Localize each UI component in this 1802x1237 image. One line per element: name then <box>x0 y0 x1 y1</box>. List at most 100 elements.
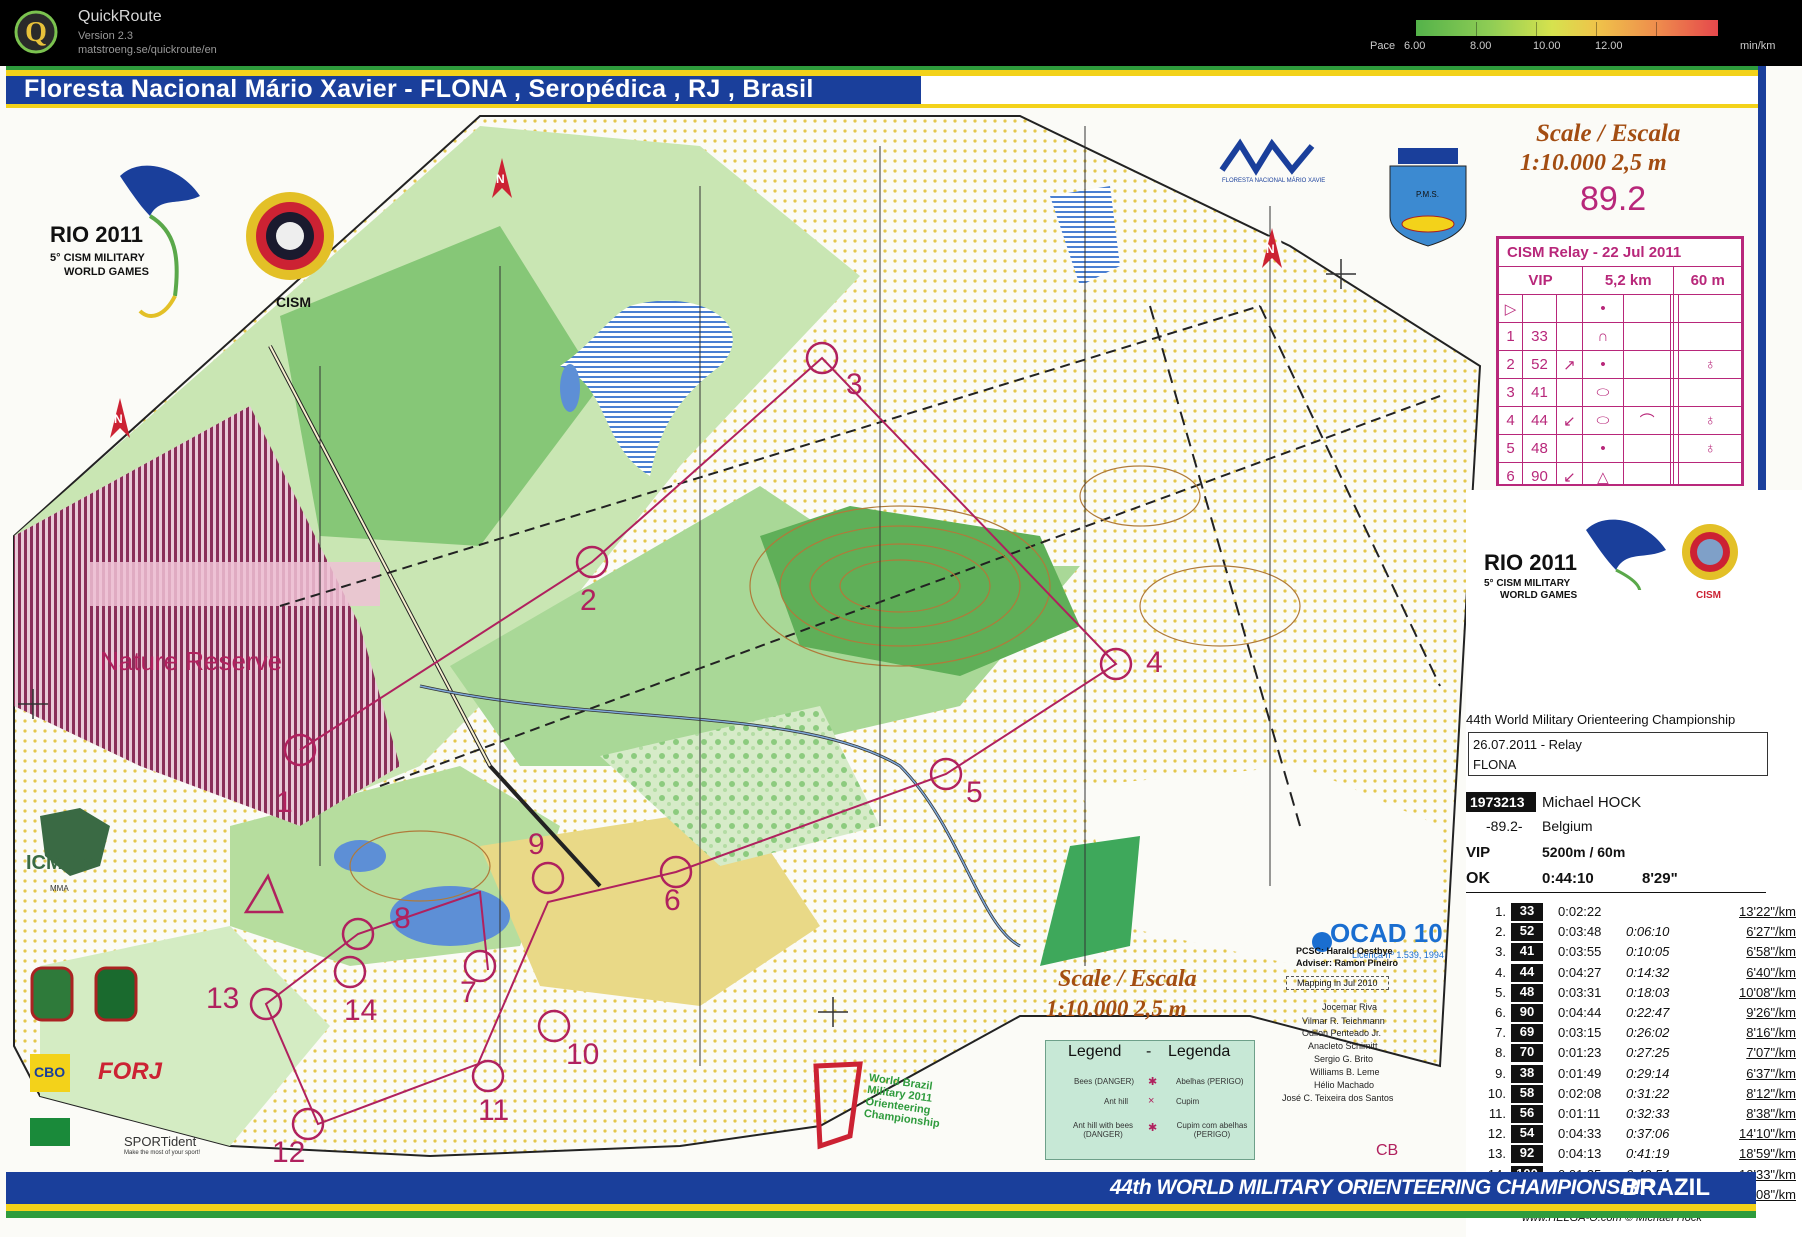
control-label-9: 9 <box>528 828 545 861</box>
split-control-code: 52 <box>1511 923 1543 942</box>
cbo-label: CBO <box>34 1064 66 1080</box>
split-control-code: 54 <box>1511 1125 1543 1144</box>
average-pace: 8'29" <box>1642 870 1678 887</box>
split-cumulative-time: 0:37:06 <box>1626 1126 1670 1142</box>
legend-row-pt: Abelhas (PERIGO) <box>1176 1077 1244 1086</box>
legend-dash: - <box>1146 1043 1152 1060</box>
app-title: QuickRoute <box>78 8 162 25</box>
legend-title-pt: Legenda <box>1168 1043 1231 1060</box>
split-time: 0:04:44 <box>1558 1005 1602 1020</box>
pace-legend: Pace 6.00 8.00 10.00 12.00 min/km <box>1370 18 1790 58</box>
runner-course: 5200m / 60m <box>1542 844 1626 860</box>
bottom-banner-title: 44th WORLD MILITARY ORIENTEERING CHAMPIO… <box>1110 1176 1654 1199</box>
pace-tick-label: 8.00 <box>1470 40 1492 52</box>
map-legend: Legend - Legenda Bees (DANGER) ✱ Abelhas… <box>1045 1040 1255 1160</box>
split-leg: 11. <box>1488 1106 1506 1121</box>
split-cumulative-time: 0:32:33 <box>1626 1106 1670 1121</box>
description-length: 5,2 km <box>1581 266 1675 295</box>
split-cumulative-time: 0:06:10 <box>1626 924 1670 940</box>
split-pace: 14'10"/km <box>1739 1126 1796 1142</box>
split-control-code: 58 <box>1511 1084 1543 1103</box>
class-number: 89.2 <box>1580 180 1647 218</box>
split-control-code: 48 <box>1511 983 1543 1002</box>
north-label: N <box>114 412 123 426</box>
description-class: VIP <box>1498 266 1583 295</box>
control-label-8: 8 <box>394 902 411 935</box>
split-row: 9. 38 0:01:49 0:29:14 6'37"/km <box>1466 1064 1802 1084</box>
flona-logo-icon <box>1219 138 1315 176</box>
split-time: 0:02:22 <box>1558 904 1602 919</box>
runner-name: Michael HOCK <box>1542 794 1642 811</box>
split-row: 1. 33 0:02:22 13'22"/km <box>1466 902 1802 922</box>
pace-tick-label: 6.00 <box>1404 40 1426 52</box>
runner-id: 1973213 <box>1466 792 1536 812</box>
splits-rio-sub2: WORLD GAMES <box>1500 590 1578 601</box>
control-label-7: 7 <box>460 976 477 1009</box>
scale-value-top: 1:10.000 2,5 m <box>1520 150 1667 176</box>
split-row: 7. 69 0:03:15 0:26:02 8'16"/km <box>1466 1023 1802 1043</box>
split-leg: 9. <box>1495 1065 1506 1081</box>
legend-title-en: Legend <box>1068 1043 1122 1060</box>
rio-2011-sub1: 5° CISM MILITARY <box>50 252 145 264</box>
event-place: FLONA <box>1473 757 1517 772</box>
control-label-1: 1 <box>276 786 293 819</box>
legend-row-en: Ant hill <box>1104 1097 1129 1106</box>
ant-hill-bees-icon: ✱ <box>1148 1122 1158 1134</box>
event-date: 26.07.2011 - Relay <box>1473 737 1582 752</box>
split-pace: 8'16"/km <box>1746 1025 1796 1041</box>
legend-row-pt: Cupim <box>1176 1097 1200 1106</box>
split-leg: 10. <box>1487 1085 1506 1101</box>
icmbio-label: ICMBio <box>26 852 95 874</box>
app-url[interactable]: matstroeng.se/quickroute/en <box>78 44 217 56</box>
split-row: 8. 70 0:01:23 0:27:25 7'07"/km <box>1466 1043 1802 1063</box>
control-label-3: 3 <box>846 368 863 401</box>
split-control-code: 90 <box>1511 1004 1543 1022</box>
split-row: 12. 54 0:04:33 0:37:06 14'10"/km <box>1466 1124 1802 1144</box>
sportident-sub: Make the most of your sport! <box>124 1150 201 1156</box>
runner-class-number: -89.2- <box>1486 818 1523 834</box>
control-label-13: 13 <box>206 982 240 1015</box>
orienteering-map[interactable]: Floresta Nacional Mário Xavier - FLONA ,… <box>0 66 1802 1237</box>
split-pace: 8'12"/km <box>1746 1085 1796 1101</box>
sportident-label: SPORTident <box>124 1134 197 1149</box>
cism-emblem-icon <box>1682 524 1738 580</box>
logo-letter: Q <box>25 17 47 48</box>
pace-label: Pace <box>1370 40 1396 52</box>
legend-row-pt: Cupim com abelhas (PERIGO) <box>1176 1121 1248 1139</box>
control-label-2: 2 <box>580 584 597 617</box>
split-leg: 2. <box>1495 924 1506 940</box>
credit-adviser: Adviser: Ramon Pineiro <box>1296 958 1399 968</box>
split-cumulative-time: 0:10:05 <box>1626 944 1670 960</box>
pace-tick-label: 12.00 <box>1595 40 1623 52</box>
military-shield-icon <box>94 966 138 1022</box>
split-leg: 8. <box>1495 1045 1506 1061</box>
pace-color-bar <box>1416 20 1718 38</box>
splits-cism: CISM <box>1696 590 1721 601</box>
split-cumulative-time: 0:41:19 <box>1626 1146 1670 1162</box>
split-leg: 6. <box>1495 1005 1506 1020</box>
split-time: 0:04:27 <box>1558 964 1602 980</box>
control-description-card: CISM Relay - 22 Jul 2011 VIP 5,2 km 60 m… <box>1496 236 1744 486</box>
split-cumulative-time: 0:14:32 <box>1626 964 1670 980</box>
split-row: 6. 90 0:04:44 0:22:47 9'26"/km <box>1466 1003 1802 1023</box>
split-leg: 7. <box>1495 1025 1506 1041</box>
credit-name: Odilon Penteado Jr. <box>1302 1028 1382 1038</box>
credit-name: Vilmar R. Teichmann <box>1302 1016 1385 1026</box>
split-pace: 10'08"/km <box>1739 984 1796 1000</box>
split-control-code: 38 <box>1511 1064 1543 1083</box>
credit-name: José C. Teixeira dos Santos <box>1282 1093 1394 1103</box>
split-control-code: 92 <box>1511 1145 1543 1164</box>
split-pace: 6'37"/km <box>1746 1065 1796 1081</box>
split-row: 5. 48 0:03:31 0:18:03 10'08"/km <box>1466 983 1802 1003</box>
split-control-code: 41 <box>1511 943 1543 962</box>
split-time: 0:03:48 <box>1558 924 1602 940</box>
rio-2011-title: RIO 2011 <box>50 222 143 247</box>
split-time: 0:02:08 <box>1558 1085 1602 1101</box>
split-control-code: 69 <box>1511 1024 1543 1043</box>
icmbio-sub: MMA <box>50 884 69 893</box>
credit-name: Sergio G. Brito <box>1314 1054 1374 1064</box>
cb-label: CB <box>1376 1142 1399 1159</box>
legend-row-en: Ant hill with bees (DANGER) <box>1072 1121 1134 1139</box>
quickroute-logo-icon: Q <box>14 10 58 54</box>
description-header: CISM Relay - 22 Jul 2011 <box>1498 238 1742 267</box>
